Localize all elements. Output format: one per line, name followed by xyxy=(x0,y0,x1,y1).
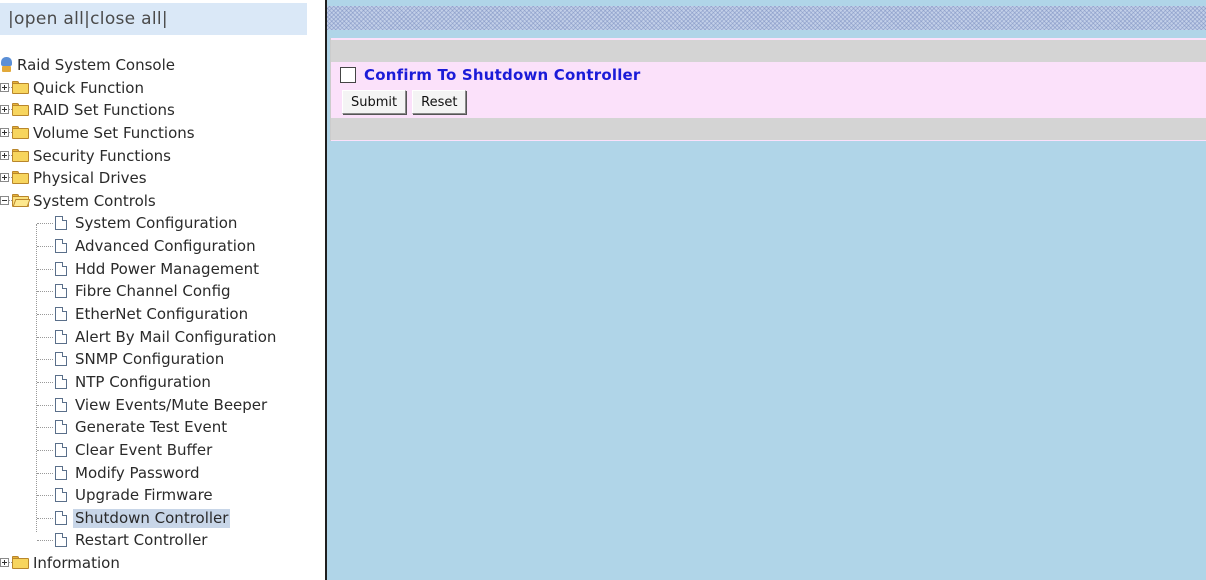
open-close-toolbar: |open all|close all| xyxy=(0,3,307,35)
form-header-band xyxy=(331,40,1206,62)
sidebar-item-restart-controller[interactable]: Restart Controller xyxy=(0,529,325,552)
sidebar-item-label: SNMP Configuration xyxy=(75,350,225,369)
tree-root-label: Raid System Console xyxy=(17,56,175,74)
tree-folder-label: Information xyxy=(33,554,120,573)
sidebar-item-label: System Configuration xyxy=(75,214,238,233)
document-icon xyxy=(55,510,67,525)
tree-folder-volume-set-functions[interactable]: Volume Set Functions xyxy=(0,122,325,145)
document-icon xyxy=(55,533,67,548)
tree-folder-raid-set-functions[interactable]: RAID Set Functions xyxy=(0,99,325,122)
sidebar-item-shutdown-controller[interactable]: Shutdown Controller xyxy=(0,507,325,530)
document-icon xyxy=(55,352,67,367)
document-icon xyxy=(55,442,67,457)
sidebar-item-label: Shutdown Controller xyxy=(73,508,231,528)
collapse-minus-icon[interactable] xyxy=(0,195,9,205)
sidebar-item-label: View Events/Mute Beeper xyxy=(75,395,268,414)
document-icon xyxy=(55,420,67,435)
expand-plus-icon[interactable] xyxy=(0,105,9,115)
tree-folder-quick-function[interactable]: Quick Function xyxy=(0,77,325,100)
document-icon xyxy=(55,329,67,344)
sidebar-item-label: NTP Configuration xyxy=(75,372,211,391)
tree-folder-label: Volume Set Functions xyxy=(33,123,195,142)
tree-folder-label: Quick Function xyxy=(33,78,144,97)
form-footer-band xyxy=(331,118,1206,140)
expand-plus-icon[interactable] xyxy=(0,173,9,183)
sidebar-item-upgrade-firmware[interactable]: Upgrade Firmware xyxy=(0,484,325,507)
navigation-sidebar: |open all|close all| Raid System Console… xyxy=(0,0,325,580)
document-icon xyxy=(55,374,67,389)
content-frame: Confirm To Shutdown Controller Submit Re… xyxy=(327,0,1206,580)
form-buttons: Submit Reset xyxy=(342,90,472,114)
sidebar-item-modify-password[interactable]: Modify Password xyxy=(0,462,325,485)
pattern-header-strip xyxy=(327,6,1206,30)
confirm-row: Confirm To Shutdown Controller xyxy=(340,64,641,86)
tree-folder-label: Security Functions xyxy=(33,146,171,165)
shutdown-form: Confirm To Shutdown Controller Submit Re… xyxy=(330,38,1206,141)
expand-plus-icon[interactable] xyxy=(0,150,9,160)
sidebar-item-hdd-power-management[interactable]: Hdd Power Management xyxy=(0,258,325,281)
document-icon xyxy=(55,261,67,276)
sidebar-item-view-events-mute-beeper[interactable]: View Events/Mute Beeper xyxy=(0,394,325,417)
sidebar-item-label: Clear Event Buffer xyxy=(75,440,213,459)
folder-closed-icon xyxy=(12,556,29,570)
document-icon xyxy=(55,239,67,254)
tree-folder-information[interactable]: Information xyxy=(0,552,325,575)
sidebar-item-label: Advanced Configuration xyxy=(75,237,256,256)
sidebar-item-fibre-channel-config[interactable]: Fibre Channel Config xyxy=(0,280,325,303)
document-icon xyxy=(55,397,67,412)
submit-button[interactable]: Submit xyxy=(342,90,407,114)
tree-root[interactable]: Raid System Console xyxy=(0,54,325,77)
open-all-link[interactable]: |open all xyxy=(8,9,84,29)
folder-closed-icon xyxy=(12,148,29,162)
document-icon xyxy=(55,284,67,299)
expand-plus-icon[interactable] xyxy=(0,558,9,568)
expand-plus-icon[interactable] xyxy=(0,82,9,92)
sidebar-item-label: Upgrade Firmware xyxy=(75,486,213,505)
folder-open-icon xyxy=(12,193,31,207)
document-icon xyxy=(55,488,67,503)
document-icon xyxy=(55,216,67,231)
document-icon xyxy=(55,465,67,480)
sidebar-item-label: Generate Test Event xyxy=(75,418,228,437)
close-all-link[interactable]: |close all| xyxy=(84,9,168,29)
tree-folder-label: Physical Drives xyxy=(33,169,147,188)
navigation-tree: Raid System Console Quick Function RAID … xyxy=(0,54,325,575)
sidebar-item-label: Modify Password xyxy=(75,463,200,482)
tree-folder-label: System Controls xyxy=(33,191,156,210)
sidebar-item-system-configuration[interactable]: System Configuration xyxy=(0,212,325,235)
sidebar-item-generate-test-event[interactable]: Generate Test Event xyxy=(0,416,325,439)
sidebar-item-label: Restart Controller xyxy=(75,531,208,550)
console-icon xyxy=(0,57,13,72)
sidebar-item-label: Hdd Power Management xyxy=(75,259,260,278)
sidebar-item-label: Fibre Channel Config xyxy=(75,282,231,301)
sidebar-item-clear-event-buffer[interactable]: Clear Event Buffer xyxy=(0,439,325,462)
tree-folder-label: RAID Set Functions xyxy=(33,101,175,120)
sidebar-item-label: EtherNet Configuration xyxy=(75,305,249,324)
folder-closed-icon xyxy=(12,171,29,185)
document-icon xyxy=(55,307,67,322)
sidebar-item-snmp-configuration[interactable]: SNMP Configuration xyxy=(0,348,325,371)
tree-folder-system-controls[interactable]: System Controls xyxy=(0,190,325,213)
expand-plus-icon[interactable] xyxy=(0,127,9,137)
confirm-shutdown-checkbox[interactable] xyxy=(340,67,356,83)
tree-folder-security-functions[interactable]: Security Functions xyxy=(0,145,325,168)
folder-closed-icon xyxy=(12,103,29,117)
sidebar-item-label: Alert By Mail Configuration xyxy=(75,327,277,346)
confirm-shutdown-label[interactable]: Confirm To Shutdown Controller xyxy=(364,66,641,84)
folder-closed-icon xyxy=(12,125,29,139)
sidebar-item-ethernet-configuration[interactable]: EtherNet Configuration xyxy=(0,303,325,326)
reset-button[interactable]: Reset xyxy=(412,90,467,114)
sidebar-item-advanced-configuration[interactable]: Advanced Configuration xyxy=(0,235,325,258)
sidebar-item-ntp-configuration[interactable]: NTP Configuration xyxy=(0,371,325,394)
sidebar-item-alert-by-mail-configuration[interactable]: Alert By Mail Configuration xyxy=(0,326,325,349)
folder-closed-icon xyxy=(12,80,29,94)
tree-folder-physical-drives[interactable]: Physical Drives xyxy=(0,167,325,190)
